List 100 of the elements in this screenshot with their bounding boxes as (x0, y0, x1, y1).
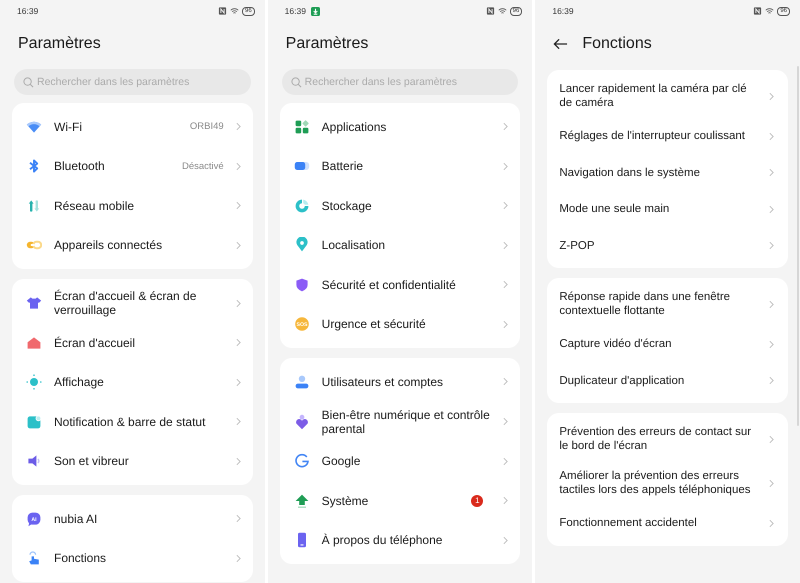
item-label: Wi-Fi (54, 120, 83, 134)
settings-item[interactable]: Réponse rapide dans une fenêtre contextuelle flottante (547, 282, 788, 326)
settings-item[interactable]: À propos du téléphone (280, 520, 520, 560)
settings-item[interactable]: Appareils connectés (12, 226, 253, 265)
item-label: Notification & barre de statut (54, 414, 206, 429)
nfc-icon (218, 7, 227, 15)
settings-item[interactable]: Utilisateurs et comptes (280, 362, 520, 402)
status-time: 16:39 (552, 6, 574, 16)
brightness-icon (26, 374, 42, 390)
chevron-right-icon (236, 456, 241, 466)
settings-item[interactable]: Batterie (280, 146, 520, 186)
chevron-right-icon (769, 478, 774, 488)
shirt-icon (26, 295, 42, 311)
item-value: ORBI49 (190, 121, 224, 132)
item-label: Lancer rapidement la caméra par clé de caméra (559, 82, 748, 110)
item-label: Sécurité et confidentialité (322, 278, 457, 292)
notification-badge: 1 (471, 494, 484, 507)
settings-item[interactable]: Système 1 (280, 481, 520, 520)
chevron-right-icon (503, 162, 508, 171)
item-label: Urgence et sécurité (322, 317, 427, 332)
notification-icon (26, 414, 42, 430)
chevron-right-icon (503, 320, 508, 329)
settings-item[interactable]: Écran d'accueil (12, 323, 253, 362)
settings-item[interactable]: Localisation (280, 226, 520, 265)
settings-item[interactable]: Z-POP (547, 228, 788, 264)
settings-item[interactable]: Prévention des erreurs de contact sur le bord de l'écran (547, 417, 788, 461)
item-label: Stockage (322, 198, 373, 213)
back-arrow-icon[interactable] (553, 38, 568, 50)
google-icon (294, 453, 310, 470)
settings-item[interactable]: Applications (280, 107, 520, 146)
settings-item[interactable]: Stockage (280, 186, 520, 226)
item-label: Affichage (54, 375, 105, 390)
chevron-right-icon (236, 378, 241, 387)
search-icon (23, 76, 34, 88)
chevron-right-icon (503, 122, 508, 132)
item-label: Mode une seule main (559, 202, 670, 216)
settings-item[interactable]: Bluetooth Désactivé (12, 146, 253, 186)
settings-item[interactable]: Wi-Fi ORBI49 (12, 107, 253, 146)
chevron-right-icon (769, 340, 774, 349)
settings-item[interactable]: Sécurité et confidentialité (280, 265, 520, 304)
settings-item[interactable]: Navigation dans le système (547, 154, 788, 191)
settings-item[interactable]: Affichage (12, 362, 253, 402)
item-label: Z-POP (559, 238, 596, 253)
chevron-right-icon (236, 240, 241, 250)
settings-item[interactable]: Son et vibreur (12, 442, 253, 481)
chevron-right-icon (769, 92, 774, 100)
chevron-right-icon (236, 162, 241, 171)
chevron-right-icon (236, 298, 241, 308)
chevron-right-icon (236, 122, 241, 132)
settings-item[interactable]: Écran d'accueil & écran de verrouillage (12, 283, 253, 323)
item-label: Réponse rapide dans une fenêtre contextuelle flottante (559, 290, 732, 318)
item-label: Navigation dans le système (559, 166, 701, 180)
chevron-right-icon (503, 536, 508, 545)
chevron-right-icon (769, 518, 774, 528)
item-label: Écran d'accueil (54, 336, 136, 350)
settings-item[interactable]: Fonctions (12, 538, 253, 578)
settings-item[interactable]: Réglages de l'interrupteur coulissant (547, 118, 788, 154)
item-label: Prévention des erreurs de contact sur le bord de l'écran (559, 425, 752, 453)
chevron-right-icon (503, 417, 508, 426)
settings-item[interactable]: Fonctionnement accidentel (547, 505, 788, 542)
item-label: Bien-être numérique et contrôle parental (322, 408, 491, 436)
wifi-icon (26, 118, 42, 135)
search-icon (290, 76, 302, 88)
item-label: Batterie (322, 159, 364, 174)
chevron-right-icon (769, 376, 774, 386)
item-label: À propos du téléphone (322, 533, 444, 548)
settings-item[interactable]: Réseau mobile (12, 186, 253, 226)
wifi-signal-icon (498, 7, 507, 15)
item-label: Écran d'accueil & écran de verrouillage (54, 289, 198, 317)
settings-item[interactable]: Google (280, 442, 520, 481)
search-field[interactable]: Rechercher dans les paramètres (14, 69, 251, 95)
settings-item[interactable]: Bien-être numérique et contrôle parental (280, 402, 520, 442)
settings-item[interactable]: Mode une seule main (547, 191, 788, 228)
settings-item[interactable]: Améliorer la prévention des erreurs tactiles lors des appels téléphoniques (547, 461, 788, 505)
item-label: Localisation (322, 238, 386, 252)
page-title: Paramètres (18, 35, 101, 53)
item-label: Réseau mobile (54, 198, 136, 213)
settings-item[interactable]: Notification & barre de statut (12, 402, 253, 442)
chevron-right-icon (769, 300, 774, 308)
item-label: Duplicateur d'application (559, 374, 686, 388)
item-label: Son et vibreur (54, 454, 130, 468)
settings-item[interactable]: Duplicateur d'application (547, 362, 788, 399)
upload-arrow-icon (294, 492, 310, 509)
chevron-right-icon (769, 132, 774, 141)
signal-arrows-icon (26, 198, 42, 214)
settings-item[interactable]: Lancer rapidement la caméra par clé de caméra (547, 74, 788, 118)
chevron-right-icon (769, 168, 774, 178)
chevron-right-icon (236, 554, 241, 563)
chevron-right-icon (769, 434, 774, 444)
search-field[interactable]: Rechercher dans les paramètres (282, 69, 518, 95)
storage-chart-icon (294, 198, 310, 214)
chevron-right-icon (503, 496, 508, 506)
wifi-signal-icon (765, 7, 774, 15)
settings-item[interactable]: Capture vidéo d'écran (547, 326, 788, 362)
house-icon (26, 334, 42, 351)
item-label: Google (322, 454, 362, 468)
apps-grid-icon (294, 118, 310, 135)
chevron-right-icon (769, 204, 774, 214)
status-time: 16:39 (17, 6, 38, 16)
item-label: Bluetooth (54, 159, 106, 174)
